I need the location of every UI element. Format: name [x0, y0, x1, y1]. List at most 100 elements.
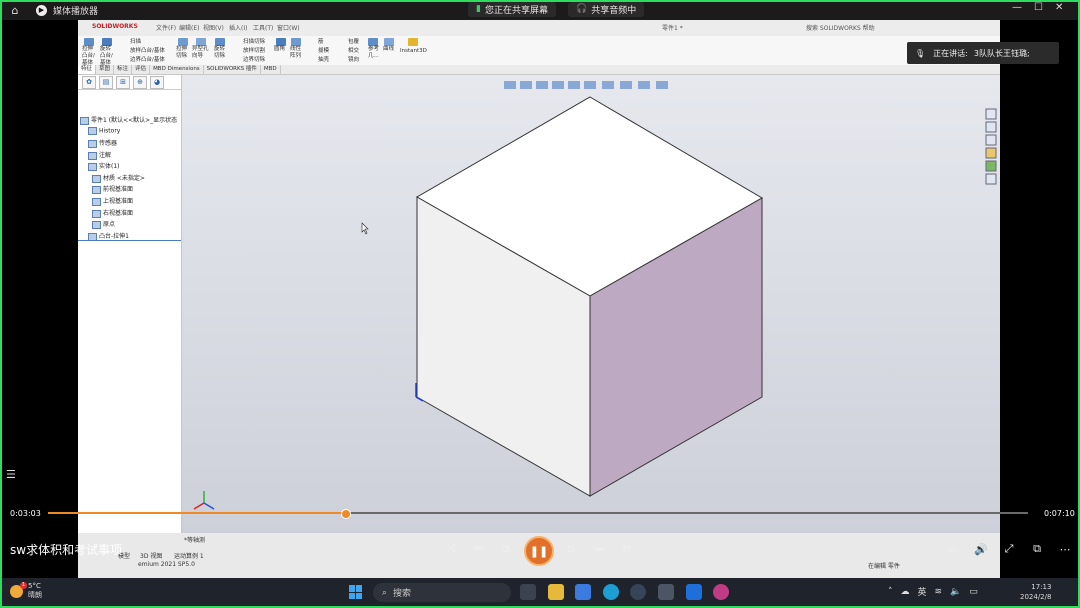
minimize-icon[interactable]: —: [1012, 2, 1022, 13]
tree-material[interactable]: 材质 <未指定>: [92, 173, 145, 183]
tree-sensors[interactable]: 传感器: [88, 138, 117, 148]
tab-motion-study[interactable]: 运动算例 1: [174, 551, 204, 560]
property-manager-icon[interactable]: ▤: [99, 75, 113, 89]
menu-edit[interactable]: 编辑(E): [179, 23, 199, 32]
taskbar-search[interactable]: ⌕ 搜索: [373, 583, 511, 602]
ribbon-linear-pattern[interactable]: 线性 阵列: [290, 46, 301, 60]
ribbon-revolve-cut[interactable]: 旋转 切除: [214, 46, 225, 60]
ribbon-wrap[interactable]: 包覆: [348, 39, 359, 46]
ribbon-instant3d[interactable]: Instant3D: [400, 48, 427, 55]
display-manager-icon[interactable]: ◕: [150, 75, 164, 89]
ribbon-mirror[interactable]: 镜向: [348, 57, 359, 64]
fullscreen-icon[interactable]: ⤢: [1000, 540, 1018, 558]
rewind-icon[interactable]: ↺: [497, 540, 515, 558]
reference-geometry-icon[interactable]: [368, 38, 378, 46]
tree-right-plane[interactable]: 右视基准面: [92, 208, 133, 218]
tab-features[interactable]: 特征: [78, 65, 97, 74]
close-icon[interactable]: ✕: [1055, 2, 1063, 13]
chevron-up-icon[interactable]: ˄: [888, 587, 893, 597]
tab-evaluate[interactable]: 评估: [132, 65, 151, 74]
ribbon-fillet[interactable]: 圆角: [274, 46, 285, 53]
ribbon-extrude-cut[interactable]: 拉伸 切除: [176, 46, 187, 60]
unity-icon[interactable]: [658, 584, 674, 600]
ribbon-loft-cut[interactable]: 放样切割: [243, 48, 265, 55]
wifi-icon[interactable]: ≋: [935, 587, 943, 597]
share-audio-pill[interactable]: 🎧 共享音频中: [567, 1, 645, 17]
steam-icon[interactable]: [630, 584, 646, 600]
tab-annotation[interactable]: 标注: [114, 65, 133, 74]
home-icon[interactable]: ⌂: [6, 1, 24, 19]
ribbon-loft[interactable]: 放样凸台/基体: [130, 48, 165, 55]
more-icon[interactable]: ⋯: [1056, 540, 1074, 558]
pause-button[interactable]: ❚❚: [524, 536, 554, 566]
tab-3d-view[interactable]: 3D 视图: [140, 551, 162, 560]
tree-root[interactable]: 零件1 (默认<<默认>_显示状态: [80, 115, 177, 125]
previous-icon[interactable]: ⏮: [470, 540, 488, 558]
menu-icon[interactable]: ☰: [6, 468, 16, 481]
menu-file[interactable]: 文件(F): [156, 23, 176, 32]
task-pane-icons[interactable]: [985, 108, 997, 185]
start-button[interactable]: [349, 585, 363, 599]
heads-up-toolbar[interactable]: [504, 81, 668, 89]
weather-widget[interactable]: 1 5°C 晴朗: [10, 581, 42, 600]
ribbon-boundary[interactable]: 边界凸台/基体: [130, 57, 165, 64]
graphics-viewport[interactable]: [182, 75, 1000, 533]
subtitles-icon[interactable]: ▭: [944, 540, 962, 558]
tree-solid-bodies[interactable]: 实体(1): [88, 161, 120, 171]
cloud-icon[interactable]: ☁: [901, 587, 910, 597]
fillet-icon[interactable]: [276, 38, 286, 46]
maximize-icon[interactable]: ☐: [1034, 2, 1043, 13]
menu-view[interactable]: 视图(V): [203, 23, 224, 32]
ribbon-shell[interactable]: 抽壳: [318, 57, 329, 64]
tree-front-plane[interactable]: 前视基准面: [92, 184, 133, 194]
next-icon[interactable]: ⏭: [590, 540, 608, 558]
taskbar-clock[interactable]: 17:13 2024/2/8: [1020, 582, 1051, 602]
tab-sketch[interactable]: 草图: [96, 65, 115, 74]
share-screen-pill[interactable]: ▮ 您正在共享屏幕: [468, 1, 556, 17]
extrude-boss-icon[interactable]: [84, 38, 94, 46]
ribbon-boundary-cut[interactable]: 边界切除: [243, 57, 265, 64]
speaker-icon[interactable]: 🔈: [950, 587, 961, 597]
task-view-icon[interactable]: [520, 584, 536, 600]
progress-track[interactable]: [48, 509, 1028, 519]
help-search[interactable]: 搜索 SOLIDWORKS 帮助: [806, 23, 875, 32]
meeting-app-icon[interactable]: [686, 584, 702, 600]
tree-origin[interactable]: 原点: [92, 219, 115, 229]
tab-addins[interactable]: SOLIDWORKS 插件: [204, 65, 261, 74]
revolve-cut-icon[interactable]: [215, 38, 225, 46]
ribbon-hole-wizard[interactable]: 异型孔 向导: [192, 46, 209, 60]
ribbon-sweep-cut[interactable]: 扫描切除: [243, 39, 265, 46]
ribbon-reference-geometry[interactable]: 参考 几...: [368, 46, 379, 60]
revolve-boss-icon[interactable]: [102, 38, 112, 46]
menu-window[interactable]: 窗口(W): [277, 23, 300, 32]
ribbon-extrude-boss[interactable]: 拉伸 凸台/ 基体: [82, 46, 95, 67]
forward-icon[interactable]: ↻: [562, 540, 580, 558]
miniplayer-icon[interactable]: ⧉: [1028, 540, 1046, 558]
ribbon-revolve-boss[interactable]: 旋转 凸台/ 基体: [100, 46, 113, 67]
media-player-taskbar-icon[interactable]: [713, 584, 729, 600]
ime-indicator[interactable]: 英: [918, 585, 927, 598]
ribbon-draft[interactable]: 拔模: [318, 48, 329, 55]
hole-wizard-icon[interactable]: [196, 38, 206, 46]
extrude-cut-icon[interactable]: [178, 38, 188, 46]
tree-annotations[interactable]: 注解: [88, 150, 111, 160]
ribbon-rib[interactable]: 筋: [318, 39, 324, 46]
store-icon[interactable]: [575, 584, 591, 600]
instant3d-icon[interactable]: [408, 38, 418, 46]
ribbon-intersect[interactable]: 相交: [348, 48, 359, 55]
menu-insert[interactable]: 插入(I): [229, 23, 247, 32]
feature-tree-icon[interactable]: ✿: [82, 75, 96, 89]
repeat-icon[interactable]: ⟲: [617, 540, 635, 558]
config-manager-icon[interactable]: ⊞: [116, 75, 130, 89]
menu-tools[interactable]: 工具(T): [253, 23, 273, 32]
edge-icon[interactable]: [603, 584, 619, 600]
progress-knob[interactable]: [340, 509, 351, 519]
file-explorer-icon[interactable]: [548, 584, 564, 600]
tree-top-plane[interactable]: 上视基准面: [92, 196, 133, 206]
ribbon-sweep[interactable]: 扫描: [130, 39, 141, 46]
tab-mbd-dimensions[interactable]: MBD Dimensions: [150, 65, 204, 74]
shuffle-icon[interactable]: ⤮: [442, 540, 460, 558]
tree-history[interactable]: History: [88, 127, 120, 135]
curves-icon[interactable]: [384, 38, 394, 46]
volume-icon[interactable]: 🔊: [972, 540, 990, 558]
